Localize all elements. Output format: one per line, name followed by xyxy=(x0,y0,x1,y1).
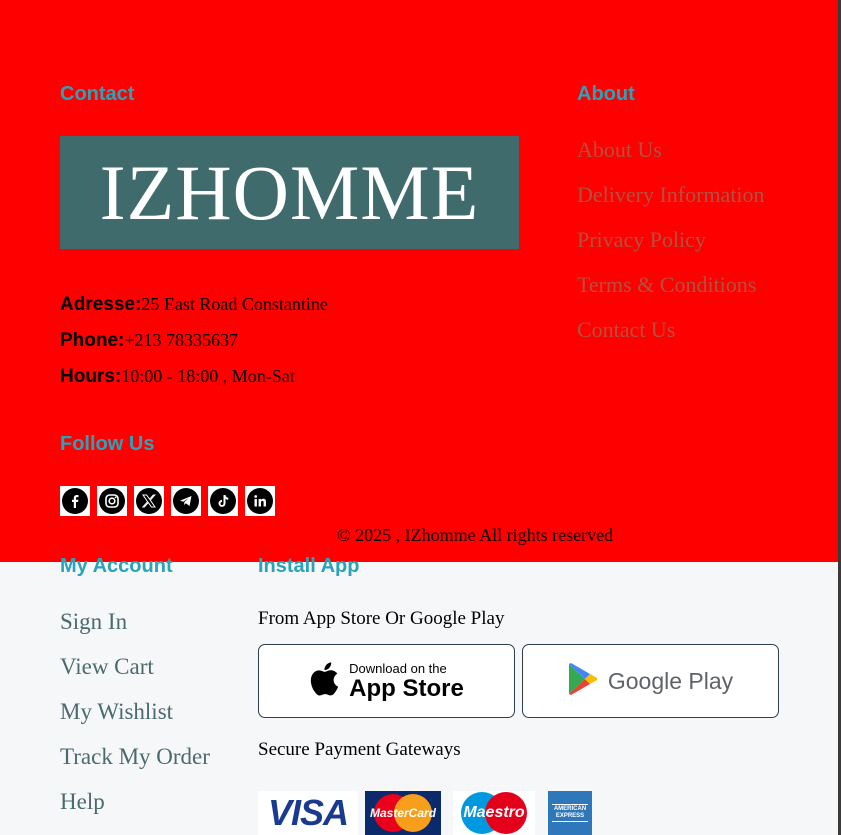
telegram-icon[interactable] xyxy=(171,486,201,516)
social-links xyxy=(60,486,275,516)
about-us-link[interactable]: About Us xyxy=(577,137,662,163)
privacy-policy-link[interactable]: Privacy Policy xyxy=(577,227,706,253)
app-store-small-text: Download on the xyxy=(349,660,447,676)
contact-us-link[interactable]: Contact Us xyxy=(577,317,675,343)
follow-heading: Follow Us xyxy=(60,433,155,455)
terms-conditions-link[interactable]: Terms & Conditions xyxy=(577,272,756,298)
contact-heading: Contact xyxy=(60,83,135,105)
app-store-text: Download on the App Store xyxy=(349,662,464,701)
copyright-text: © 2025 , IZhomme All rights reserved xyxy=(337,525,614,545)
track-order-link[interactable]: Track My Order xyxy=(60,744,210,770)
app-store-button[interactable]: Download on the App Store xyxy=(258,644,515,718)
hours-line: Hours:10:00 - 18:00 , Mon-Sat xyxy=(60,366,295,388)
visa-logo: VISA xyxy=(258,791,358,835)
brand-logo[interactable]: IZHOMME xyxy=(60,136,519,249)
delivery-information-link[interactable]: Delivery Information xyxy=(577,182,765,208)
phone-line: Phone:+213 78335637 xyxy=(60,330,238,352)
facebook-icon[interactable] xyxy=(60,486,90,516)
install-app-heading: Install App xyxy=(258,555,360,577)
apple-icon xyxy=(309,661,339,702)
help-link[interactable]: Help xyxy=(60,789,105,815)
hours-label: Hours: xyxy=(60,366,122,387)
address-label: Adresse: xyxy=(60,294,142,315)
google-play-button[interactable]: Google Play xyxy=(522,644,779,718)
app-store-big-text: App Store xyxy=(349,674,464,702)
sign-in-link[interactable]: Sign In xyxy=(60,609,127,635)
american-express-logo: AMERICAN EXPRESS xyxy=(548,791,592,835)
install-subtitle: From App Store Or Google Play xyxy=(258,608,505,629)
address-line: Adresse:25 East Road Constantine xyxy=(60,294,328,316)
address-value: 25 East Road Constantine xyxy=(141,294,328,314)
brand-logo-text: IZHOMME xyxy=(99,148,480,236)
view-cart-link[interactable]: View Cart xyxy=(60,654,154,680)
instagram-icon[interactable] xyxy=(97,486,127,516)
mastercard-logo: MasterCard xyxy=(365,791,441,835)
x-icon[interactable] xyxy=(134,486,164,516)
phone-label: Phone: xyxy=(60,330,125,351)
my-account-heading: My Account xyxy=(60,555,173,577)
linkedin-icon[interactable] xyxy=(245,486,275,516)
about-heading: About xyxy=(577,83,635,105)
google-play-text: Google Play xyxy=(607,667,734,694)
maestro-logo: Maestro xyxy=(453,791,535,835)
tiktok-icon[interactable] xyxy=(208,486,238,516)
payment-heading: Secure Payment Gateways xyxy=(258,739,461,760)
google-play-icon xyxy=(568,662,598,700)
phone-value: +213 78335637 xyxy=(124,330,239,350)
hours-value: 10:00 - 18:00 , Mon-Sat xyxy=(121,366,295,386)
my-wishlist-link[interactable]: My Wishlist xyxy=(60,699,173,725)
